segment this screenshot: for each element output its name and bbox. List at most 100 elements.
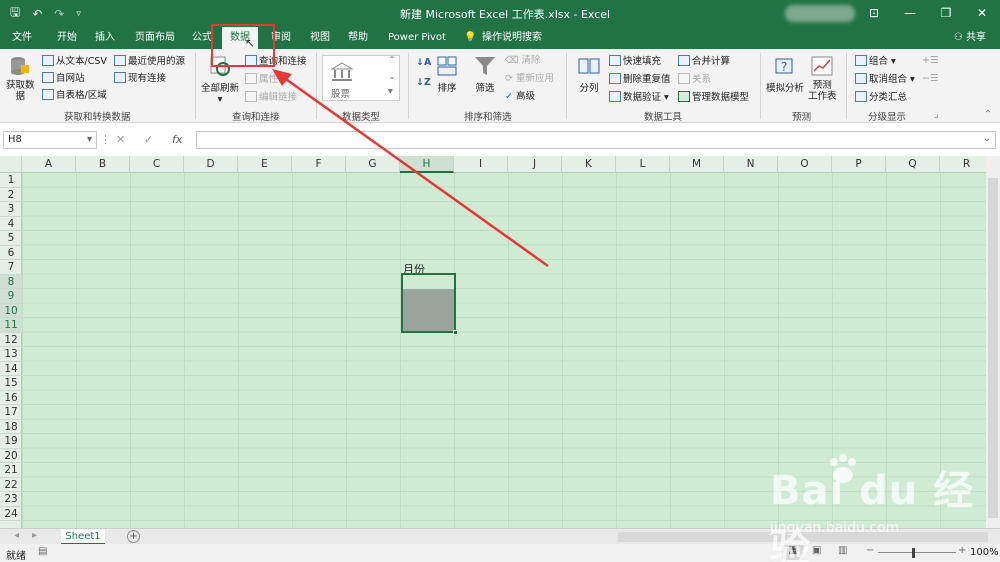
row-header-5[interactable]: 5 — [0, 231, 22, 246]
close-icon[interactable]: ✕ — [964, 0, 1000, 27]
row-header-7[interactable]: 7 — [0, 260, 22, 275]
column-header-i[interactable]: I — [454, 156, 508, 173]
row-header-11[interactable]: 11 — [0, 318, 22, 333]
properties-button[interactable]: 属性 — [245, 73, 278, 86]
add-sheet-icon[interactable]: + — [127, 530, 140, 543]
column-header-c[interactable]: C — [130, 156, 184, 173]
cancel-icon[interactable]: ✕ — [116, 131, 125, 149]
row-header-4[interactable]: 4 — [0, 217, 22, 231]
row-header-3[interactable]: 3 — [0, 202, 22, 217]
row-header-17[interactable]: 17 — [0, 405, 22, 420]
row-header-22[interactable]: 22 — [0, 478, 22, 492]
flash-fill-button[interactable]: 快速填充 — [609, 55, 661, 68]
column-header-p[interactable]: P — [832, 156, 886, 173]
clear-filter-button[interactable]: ⌫ 清除 — [505, 55, 540, 67]
tab-file[interactable]: 文件 — [12, 27, 32, 49]
forecast-sheet-button[interactable]: 预测 工作表 — [808, 55, 837, 102]
minimize-icon[interactable]: — — [892, 0, 928, 27]
tab-power-pivot[interactable]: Power Pivot — [388, 27, 446, 49]
dialog-launcher-icon[interactable]: ⌟ — [934, 109, 938, 121]
tab-formulas[interactable]: 公式 — [192, 27, 212, 49]
column-header-b[interactable]: B — [76, 156, 130, 173]
gallery-scroll-down-icon[interactable]: ⌄ — [388, 71, 396, 83]
hide-detail-icon[interactable]: −☰ — [922, 73, 938, 85]
row-header-20[interactable]: 20 — [0, 449, 22, 463]
show-detail-icon[interactable]: +☰ — [922, 55, 938, 67]
get-data-button[interactable]: 获取数 据 — [6, 55, 35, 102]
column-header-n[interactable]: N — [724, 156, 778, 173]
selected-range-h8-h11[interactable] — [401, 273, 458, 335]
subtotal-button[interactable]: 分类汇总 — [855, 91, 907, 104]
enter-icon[interactable]: ✓ — [144, 131, 153, 149]
insert-function-icon[interactable]: fx — [172, 131, 182, 149]
row-header-16[interactable]: 16 — [0, 391, 22, 405]
row-header-12[interactable]: 12 — [0, 333, 22, 347]
share-button[interactable]: ⚇ 共享 — [954, 27, 986, 49]
formula-input[interactable]: ⌄ — [196, 131, 996, 149]
from-csv-button[interactable]: 从文本/CSV — [42, 55, 107, 68]
advanced-filter-button[interactable]: ✓ 高级 — [505, 91, 535, 103]
save-icon[interactable]: 🖫 — [10, 3, 20, 24]
column-header-d[interactable]: D — [184, 156, 238, 173]
column-header-o[interactable]: O — [778, 156, 832, 173]
column-header-j[interactable]: J — [508, 156, 562, 173]
column-header-g[interactable]: G — [346, 156, 400, 173]
group-button[interactable]: 组合 ▾ — [855, 55, 896, 68]
sort-descending-icon[interactable]: ↓Z — [416, 77, 431, 89]
recent-sources-button[interactable]: 最近使用的源 — [114, 55, 185, 68]
row-header-23[interactable]: 23 — [0, 492, 22, 507]
from-web-button[interactable]: 自网站 — [42, 72, 85, 85]
tab-help[interactable]: 帮助 — [348, 27, 368, 49]
user-account[interactable] — [785, 5, 855, 22]
row-header-15[interactable]: 15 — [0, 376, 22, 391]
remove-duplicates-button[interactable]: 删除重复值 — [609, 73, 671, 86]
column-header-m[interactable]: M — [670, 156, 724, 173]
consolidate-button[interactable]: 合并计算 — [678, 55, 730, 68]
customize-qat-icon[interactable]: ▿ — [76, 9, 81, 19]
from-table-button[interactable]: 自表格/区域 — [42, 89, 107, 102]
collapse-ribbon-icon[interactable]: ⌃ — [984, 109, 992, 121]
prev-sheet-icon[interactable]: ◂ — [14, 530, 19, 541]
row-header-2[interactable]: 2 — [0, 188, 22, 202]
restore-icon[interactable]: ❐ — [928, 0, 964, 27]
column-header-q[interactable]: Q — [886, 156, 940, 173]
existing-connections-button[interactable]: 现有连接 — [114, 72, 166, 85]
sheet-tab-sheet1[interactable]: Sheet1 — [61, 529, 105, 545]
column-header-h[interactable]: H — [400, 156, 454, 173]
row-header-10[interactable]: 10 — [0, 303, 22, 318]
tell-me-search[interactable]: 操作说明搜索 — [482, 27, 542, 49]
gallery-scroll-up-icon[interactable]: ⌃ — [388, 55, 396, 67]
column-header-f[interactable]: F — [292, 156, 346, 173]
filter-button[interactable]: 筛选 — [474, 55, 496, 94]
tab-insert[interactable]: 插入 — [95, 27, 115, 49]
edit-links-button[interactable]: 编辑链接 — [245, 91, 297, 104]
ungroup-button[interactable]: 取消组合 ▾ — [855, 73, 915, 86]
row-header-19[interactable]: 19 — [0, 434, 22, 449]
row-header-18[interactable]: 18 — [0, 420, 22, 434]
row-header-13[interactable]: 13 — [0, 347, 22, 362]
column-header-k[interactable]: K — [562, 156, 616, 173]
macro-record-icon[interactable]: ▤ — [38, 546, 47, 557]
column-header-l[interactable]: L — [616, 156, 670, 173]
row-header-1[interactable]: 1 — [0, 173, 22, 188]
expand-formula-icon[interactable]: ⌄ — [983, 133, 991, 144]
column-header-e[interactable]: E — [238, 156, 292, 173]
row-header-9[interactable]: 9 — [0, 289, 22, 304]
row-header-21[interactable]: 21 — [0, 463, 22, 478]
tab-view[interactable]: 视图 — [310, 27, 330, 49]
column-header-a[interactable]: A — [22, 156, 76, 173]
manage-data-model-button[interactable]: 管理数据模型 — [678, 91, 749, 104]
sort-button[interactable]: 排序 — [436, 55, 458, 94]
name-box[interactable]: H8 ▾ — [3, 131, 97, 149]
next-sheet-icon[interactable]: ▸ — [32, 530, 37, 541]
fill-handle[interactable] — [453, 330, 458, 335]
undo-icon[interactable]: ↶ — [32, 7, 42, 21]
sort-ascending-icon[interactable]: ↓A — [416, 57, 431, 69]
tab-page-layout[interactable]: 页面布局 — [135, 27, 175, 49]
text-to-columns-button[interactable]: 分列 — [578, 55, 600, 94]
what-if-button[interactable]: ? 模拟分析 — [766, 55, 804, 94]
row-header-6[interactable]: 6 — [0, 246, 22, 260]
data-validation-button[interactable]: 数据验证 ▾ — [609, 91, 669, 104]
row-header-14[interactable]: 14 — [0, 362, 22, 376]
gallery-more-icon[interactable]: ▾ — [388, 86, 393, 98]
